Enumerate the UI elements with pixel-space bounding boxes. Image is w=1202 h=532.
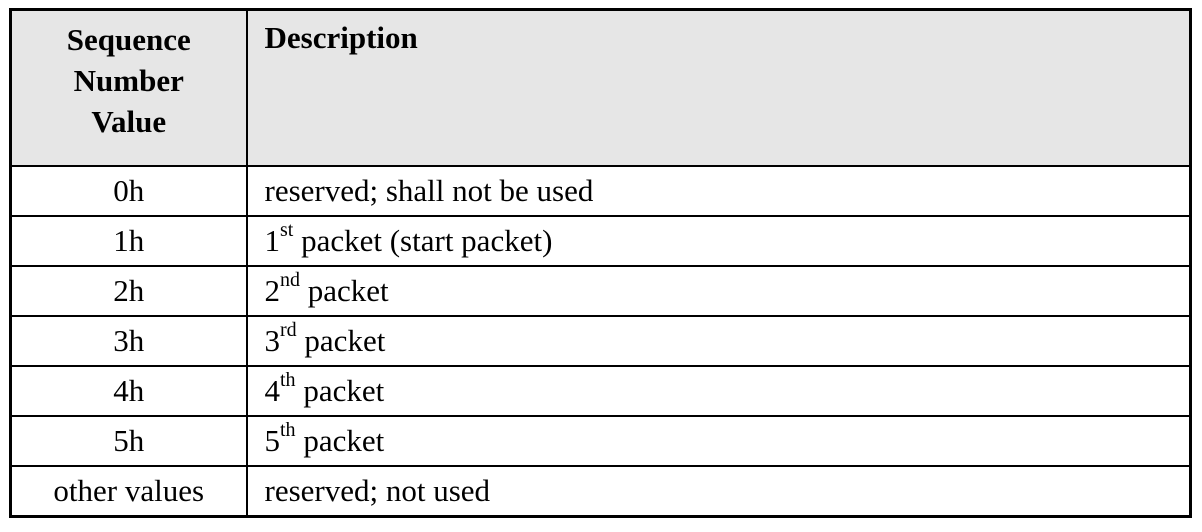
table-row: other values reserved; not used	[9, 465, 1192, 518]
ordinal-number: 5	[264, 423, 281, 458]
table-body: 0h reserved; shall not be used 1h 1st pa…	[9, 165, 1192, 518]
table-row: 4h 4th packet	[9, 365, 1192, 417]
ordinal-suffix: nd	[280, 268, 300, 291]
header-line: Sequence	[66, 22, 191, 57]
description-text: packet	[300, 273, 389, 308]
ordinal-suffix: th	[280, 418, 296, 441]
description-text: reserved; not used	[264, 473, 491, 508]
description-text: packet	[295, 373, 385, 408]
description-cell: 5th packet	[245, 415, 1192, 467]
ordinal-number: 3	[264, 323, 281, 358]
description-cell: 1st packet (start packet)	[245, 215, 1192, 267]
description-cell: 3rd packet	[245, 315, 1192, 367]
ordinal-suffix: th	[280, 368, 296, 391]
header-row: Sequence Number Value Description	[9, 8, 1192, 167]
ordinal-number: 1	[264, 223, 281, 258]
description-text: packet (start packet)	[293, 223, 553, 258]
header-sequence-number-value: Sequence Number Value	[9, 8, 248, 167]
table-row: 3h 3rd packet	[9, 315, 1192, 367]
description-text: packet	[295, 423, 385, 458]
sequence-value-cell: 3h	[9, 315, 248, 367]
sequence-value-cell: 5h	[9, 415, 248, 467]
ordinal-number: 4	[264, 373, 281, 408]
sequence-value-cell: 2h	[9, 265, 248, 317]
description-cell: reserved; not used	[245, 465, 1192, 518]
ordinal-suffix: st	[280, 218, 294, 241]
sequence-value-cell: other values	[9, 465, 248, 518]
header-line: Number	[73, 63, 184, 98]
table-row: 5h 5th packet	[9, 415, 1192, 467]
header-description: Description	[245, 8, 1192, 167]
sequence-number-table: Sequence Number Value Description 0h res…	[9, 8, 1192, 518]
sequence-value-cell: 1h	[9, 215, 248, 267]
ordinal-number: 2	[264, 273, 281, 308]
sequence-value-cell: 4h	[9, 365, 248, 417]
table-row: 1h 1st packet (start packet)	[9, 215, 1192, 267]
header-line: Value	[91, 104, 167, 139]
description-cell: 4th packet	[245, 365, 1192, 417]
table-header: Sequence Number Value Description	[9, 8, 1192, 167]
description-cell: reserved; shall not be used	[245, 165, 1192, 217]
description-text: reserved; shall not be used	[264, 173, 594, 208]
ordinal-suffix: rd	[280, 318, 297, 341]
description-text: packet	[296, 323, 386, 358]
table-row: 2h 2nd packet	[9, 265, 1192, 317]
description-cell: 2nd packet	[245, 265, 1192, 317]
table-row: 0h reserved; shall not be used	[9, 165, 1192, 217]
sequence-value-cell: 0h	[9, 165, 248, 217]
